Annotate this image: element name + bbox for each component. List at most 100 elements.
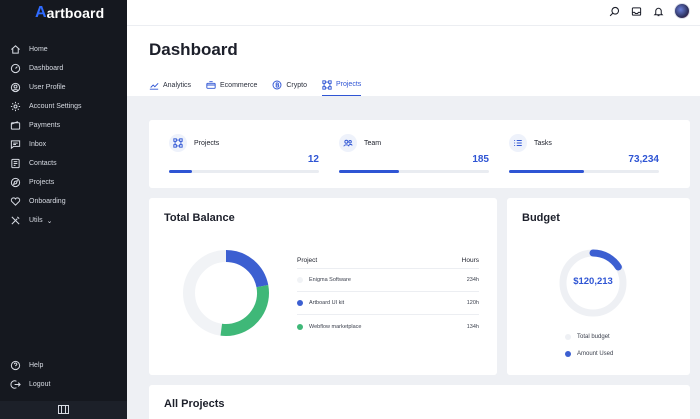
sidebar-item-label: Help	[29, 362, 44, 369]
sidebar-item-help[interactable]: Help	[0, 356, 127, 375]
team-icon	[339, 134, 357, 152]
progress-fill	[509, 170, 584, 173]
top-bar-actions	[608, 3, 690, 19]
brand-logo[interactable]: A artboard	[35, 4, 104, 21]
budget-card: Budget $120,213 Total budget Amount Used	[507, 198, 690, 375]
dashboard-tabs: Analytics Ecommerce Crypto Projects	[149, 76, 362, 96]
chat-icon	[9, 139, 21, 151]
sidebar-item-label: Logout	[29, 381, 51, 388]
sidebar-item-label: Contacts	[29, 160, 57, 167]
sidebar-item-label: Projects	[29, 179, 55, 186]
sidebar-item-label: Inbox	[29, 141, 47, 148]
sidebar-item-label: User Profile	[29, 84, 66, 91]
stat-projects[interactable]: Projects 12	[169, 134, 319, 173]
legend-dot	[297, 277, 303, 283]
task-list-icon	[509, 134, 527, 152]
sidebar-item-utils[interactable]: Utils ⌄	[0, 211, 127, 230]
sidebar-item-payments[interactable]: Payments	[0, 116, 127, 135]
legend-dot	[297, 323, 303, 330]
column-hours: Hours	[461, 257, 479, 264]
sidebar-item-home[interactable]: Home	[0, 40, 127, 59]
sidebar-toggle-icon	[58, 401, 69, 419]
balance-donut-svg	[183, 250, 269, 336]
legend-dot	[565, 333, 571, 340]
stats-card: Projects 12 Team 185 Tasks 73,234	[149, 120, 690, 188]
project-icon	[169, 134, 187, 152]
table-row[interactable]: Artboard UI kit 120h	[297, 292, 479, 315]
all-projects-card: All Projects	[149, 385, 690, 419]
home-icon	[9, 44, 21, 56]
project-name: Artboard UI kit	[309, 300, 345, 306]
stat-tasks[interactable]: Tasks 73,234	[509, 134, 659, 173]
legend-label: Amount Used	[577, 350, 614, 357]
sidebar-item-contacts[interactable]: Contacts	[0, 154, 127, 173]
budget-legend: Total budget Amount Used	[565, 328, 613, 362]
stat-value: 12	[307, 154, 319, 165]
project-hours: 120h	[466, 300, 479, 306]
gear-icon	[9, 101, 21, 113]
stat-team[interactable]: Team 185	[339, 134, 489, 173]
speedometer-icon	[9, 63, 21, 75]
sidebar-bottom-nav: Help Logout	[0, 356, 127, 394]
sidebar-item-dashboard[interactable]: Dashboard	[0, 59, 127, 78]
sidebar-item-label: Dashboard	[29, 65, 64, 72]
bitcoin-icon	[272, 80, 282, 90]
legend-dot	[297, 300, 303, 306]
sidebar-item-label: Account Settings	[29, 103, 82, 110]
sidebar-item-onboarding[interactable]: Onboarding	[0, 192, 127, 211]
card-title: Budget	[522, 212, 560, 224]
table-header: Project Hours	[297, 253, 479, 269]
top-bar	[127, 0, 700, 26]
progress-fill	[339, 170, 399, 173]
sidebar-collapse-button[interactable]	[0, 401, 127, 419]
sidebar-item-projects[interactable]: Projects	[0, 173, 127, 192]
contact-book-icon	[9, 158, 21, 170]
sidebar-item-user-profile[interactable]: User Profile	[0, 78, 127, 97]
compass-icon	[9, 177, 21, 189]
table-row[interactable]: Webflow marketplace 134h	[297, 315, 479, 338]
sidebar-item-inbox[interactable]: Inbox	[0, 135, 127, 154]
tab-crypto[interactable]: Crypto	[272, 76, 307, 96]
sidebar-item-label: Payments	[29, 122, 61, 129]
progress-bar	[339, 170, 489, 173]
card-title: Total Balance	[164, 212, 235, 224]
tools-icon	[9, 215, 21, 227]
legend-item-used: Amount Used	[565, 345, 613, 362]
help-icon	[9, 360, 21, 372]
sidebar-item-label: Utils	[29, 217, 43, 224]
cart-icon	[206, 81, 216, 89]
chevron-down-icon: ⌄	[46, 217, 53, 225]
progress-bar	[509, 170, 659, 173]
column-project: Project	[297, 257, 318, 264]
table-row[interactable]: Enigma Software 234h	[297, 269, 479, 292]
budget-amount: $120,213	[573, 276, 613, 287]
balance-donut	[181, 248, 271, 338]
logout-icon	[9, 379, 21, 391]
project-hours: 234h	[466, 277, 479, 283]
tab-label: Ecommerce	[220, 81, 258, 89]
tab-analytics[interactable]: Analytics	[149, 76, 191, 96]
total-balance-card: Total Balance Project Hours Enigma Softw…	[149, 198, 497, 375]
brand-mark: A	[35, 4, 47, 21]
wallet-icon	[9, 120, 21, 132]
bell-icon[interactable]	[652, 5, 664, 17]
page-header: Dashboard Analytics Ecommerce Crypto Pro…	[127, 26, 700, 96]
sidebar-item-account-settings[interactable]: Account Settings	[0, 97, 127, 116]
tab-projects[interactable]: Projects	[321, 76, 362, 96]
stat-value: 185	[472, 154, 489, 165]
tab-label: Projects	[335, 81, 362, 88]
tab-label: Crypto	[286, 81, 307, 89]
sidebar: A artboard Home Dashboard User Profile A…	[0, 0, 127, 419]
progress-bar	[169, 170, 319, 173]
sidebar-item-logout[interactable]: Logout	[0, 375, 127, 394]
search-icon[interactable]	[608, 5, 620, 17]
avatar[interactable]	[674, 3, 690, 19]
tab-ecommerce[interactable]: Ecommerce	[206, 76, 257, 96]
project-icon	[322, 79, 332, 90]
inbox-icon[interactable]	[630, 5, 642, 17]
tab-label: Analytics	[163, 81, 192, 89]
card-title: All Projects	[164, 398, 225, 410]
stat-label: Tasks	[534, 139, 552, 147]
projects-hours-table: Project Hours Enigma Software 234h Artbo…	[297, 253, 479, 338]
progress-fill	[169, 170, 192, 173]
